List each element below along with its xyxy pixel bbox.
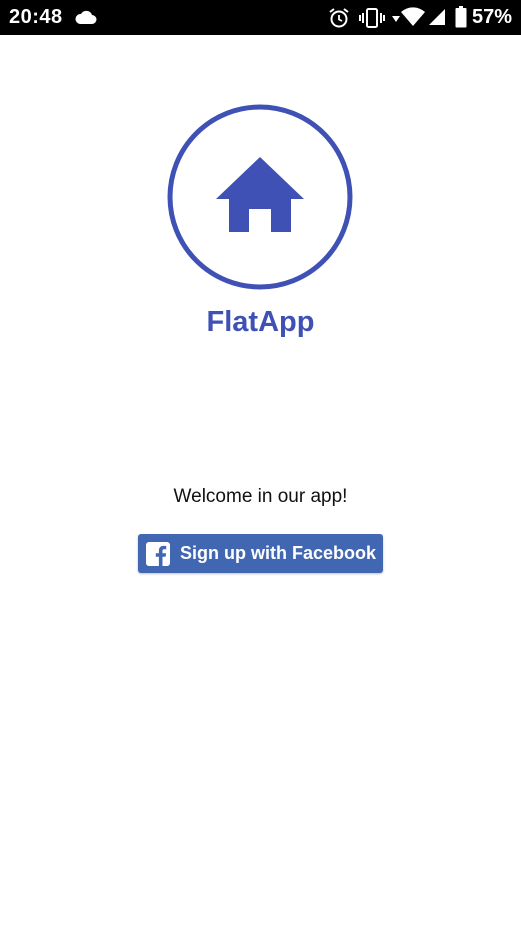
screen: 20:48 57% FlatApp Welcome in our app! Si… — [0, 0, 521, 927]
wifi-icon — [401, 7, 425, 27]
data-arrow-icon — [392, 16, 400, 22]
app-title: FlatApp — [206, 306, 315, 338]
welcome-text: Welcome in our app! — [173, 486, 348, 507]
facebook-signup-button[interactable]: Sign up with Facebook — [138, 534, 383, 573]
status-time: 20:48 — [9, 6, 63, 28]
home-icon — [167, 104, 353, 290]
status-bar: 20:48 57% — [0, 0, 521, 35]
cloud-icon — [75, 10, 97, 24]
facebook-icon — [146, 541, 170, 566]
cellular-signal-icon — [429, 9, 445, 25]
battery-percent: 57% — [471, 6, 512, 28]
battery-icon — [455, 6, 467, 28]
alarm-icon — [329, 8, 349, 28]
facebook-button-label: Sign up with Facebook — [180, 543, 377, 563]
vibrate-icon — [359, 8, 385, 28]
